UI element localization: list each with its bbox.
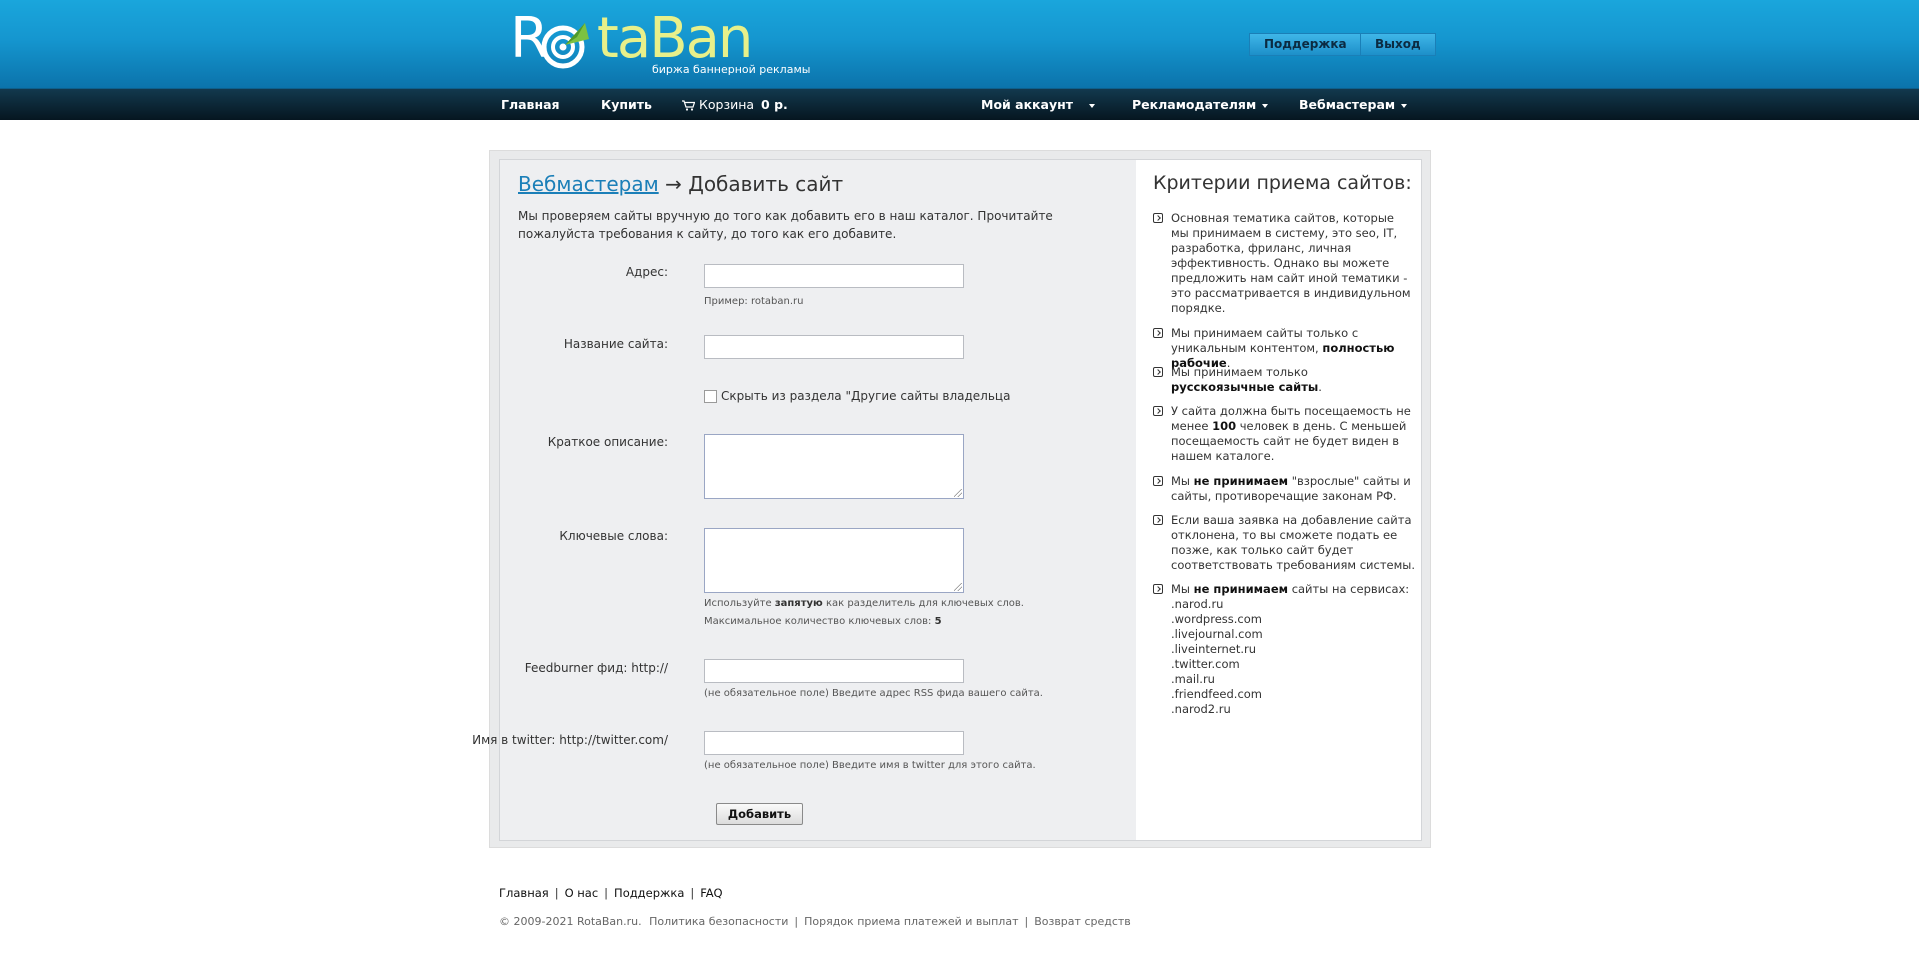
list-item: .twitter.com — [1171, 657, 1240, 671]
cart-label: Корзина — [699, 97, 755, 112]
content-inner: Вебмастерам → Добавить сайт Мы проверяем… — [472, 159, 1422, 841]
feedburner-label: Feedburner фид: http:// — [524, 661, 668, 675]
chevron-down-icon — [1089, 103, 1096, 108]
bullet-arrow-icon — [1153, 213, 1163, 223]
footer-link-home[interactable]: Главная — [499, 886, 549, 900]
criteria-sidebar: Критерии приема сайтов: Основная тематик… — [1136, 160, 1421, 840]
banned-services-list: .narod.ru .wordpress.com .livejournal.co… — [1171, 597, 1415, 717]
twitter-hint: (не обязательное поле) Введите имя в twi… — [704, 760, 1036, 771]
nav-webmasters[interactable]: Вебмастерам — [1299, 89, 1408, 120]
bullet-arrow-icon — [1153, 328, 1163, 338]
add-site-submit-button[interactable]: Добавить — [716, 803, 803, 825]
list-item: .narod2.ru — [1171, 702, 1231, 716]
list-item: .narod.ru — [1171, 597, 1224, 611]
footer-nav: Главная | О нас | Поддержка | FAQ — [499, 886, 723, 900]
feedburner-hint: (не обязательное поле) Введите адрес RSS… — [704, 688, 1043, 699]
criteria-item: У сайта должна быть посещаемость не мене… — [1153, 404, 1415, 464]
add-site-form-column: Вебмастерам → Добавить сайт Мы проверяем… — [472, 160, 1136, 840]
cart-amount: 0 р. — [761, 97, 788, 112]
twitter-input[interactable] — [704, 731, 964, 755]
bullet-arrow-icon — [1153, 515, 1163, 525]
breadcrumb-webmasters-link[interactable]: Вебмастерам — [518, 172, 659, 196]
keywords-textarea[interactable] — [704, 528, 964, 593]
criteria-item: Мы не принимаем сайты на сервисах: .naro… — [1153, 582, 1415, 717]
footer-legal: © 2009-2021 RotaBan.ru. Политика безопас… — [499, 915, 1131, 928]
list-item: .mail.ru — [1171, 672, 1215, 686]
criteria-item: Мы не принимаем "взрослые" сайты и сайты… — [1153, 474, 1415, 504]
page-title-text: Добавить сайт — [688, 172, 844, 196]
address-input[interactable] — [704, 264, 964, 288]
feedburner-input[interactable] — [704, 659, 964, 683]
nav-home[interactable]: Главная — [501, 89, 560, 120]
copyright: © 2009-2021 RotaBan.ru. — [499, 915, 642, 928]
keywords-hint-max: Максимальное количество ключевых слов: 5 — [704, 616, 942, 627]
nav-account[interactable]: Мой аккаунт — [981, 89, 1096, 120]
keywords-label: Ключевые слова: — [559, 529, 668, 543]
chevron-down-icon — [1401, 103, 1408, 108]
site-name-label: Название сайта: — [563, 337, 668, 351]
hide-from-owner-sites-label[interactable]: Скрыть из раздела "Другие сайты владельц… — [721, 389, 1010, 403]
target-leaf-icon — [541, 23, 589, 69]
criteria-item: Мы принимаем только русскоязычные сайты. — [1153, 365, 1415, 395]
address-hint: Пример: rotaban.ru — [704, 296, 804, 307]
criteria-item: Основная тематика сайтов, которые мы при… — [1153, 211, 1415, 316]
footer-link-refund[interactable]: Возврат средств — [1034, 915, 1131, 928]
nav-buy[interactable]: Купить — [601, 89, 652, 120]
keywords-hint-separator: Используйте запятую как разделитель для … — [704, 598, 1024, 609]
list-item: .liveinternet.ru — [1171, 642, 1257, 656]
bullet-arrow-icon — [1153, 406, 1163, 416]
hide-from-owner-sites-checkbox[interactable] — [704, 390, 717, 403]
logo-wordmark-ban: taBan — [596, 6, 753, 71]
logout-button[interactable]: Выход — [1360, 33, 1436, 56]
list-item: .friendfeed.com — [1171, 687, 1263, 701]
footer-link-privacy[interactable]: Политика безопасности — [649, 915, 788, 928]
rotaban-logo[interactable]: RtaBan биржа баннерной рекламы — [510, 6, 810, 76]
bullet-arrow-icon — [1153, 584, 1163, 594]
breadcrumb-arrow: → — [665, 172, 682, 196]
resize-grip-icon[interactable] — [954, 583, 962, 591]
criteria-title: Критерии приема сайтов: — [1153, 172, 1412, 194]
list-item: .wordpress.com — [1171, 612, 1262, 626]
address-label: Адрес: — [625, 265, 668, 279]
site-header: RtaBan биржа баннерной рекламы Поддержка… — [0, 0, 1919, 88]
footer-link-about[interactable]: О нас — [565, 886, 599, 900]
footer-link-payments[interactable]: Порядок приема платежей и выплат — [804, 915, 1018, 928]
bullet-arrow-icon — [1153, 476, 1163, 486]
intro-text: Мы проверяем сайты вручную до того как д… — [518, 209, 1053, 241]
content-panel: Вебмастерам → Добавить сайт Мы проверяем… — [472, 150, 1431, 848]
criteria-item: Если ваша заявка на добавление сайта отк… — [1153, 513, 1415, 573]
nav-advertisers[interactable]: Рекламодателям — [1132, 89, 1269, 120]
footer-link-support[interactable]: Поддержка — [614, 886, 684, 900]
description-textarea[interactable] — [704, 434, 964, 499]
main-nav: Главная Купить Корзина 0 р. Мой аккаунт … — [0, 88, 1919, 120]
footer-link-faq[interactable]: FAQ — [700, 886, 722, 900]
nav-cart[interactable]: Корзина 0 р. — [682, 89, 788, 120]
description-label: Краткое описание: — [547, 435, 668, 449]
bullet-arrow-icon — [1153, 367, 1163, 377]
page-title: Вебмастерам → Добавить сайт — [518, 172, 843, 196]
support-button[interactable]: Поддержка — [1249, 33, 1362, 56]
logo-tagline: биржа баннерной рекламы — [652, 63, 811, 76]
cart-icon — [682, 100, 695, 111]
site-name-input[interactable] — [704, 335, 964, 359]
list-item: .livejournal.com — [1171, 627, 1263, 641]
resize-grip-icon[interactable] — [954, 489, 962, 497]
chevron-down-icon — [1262, 103, 1269, 108]
twitter-label: Имя в twitter: http://twitter.com/ — [472, 733, 668, 747]
